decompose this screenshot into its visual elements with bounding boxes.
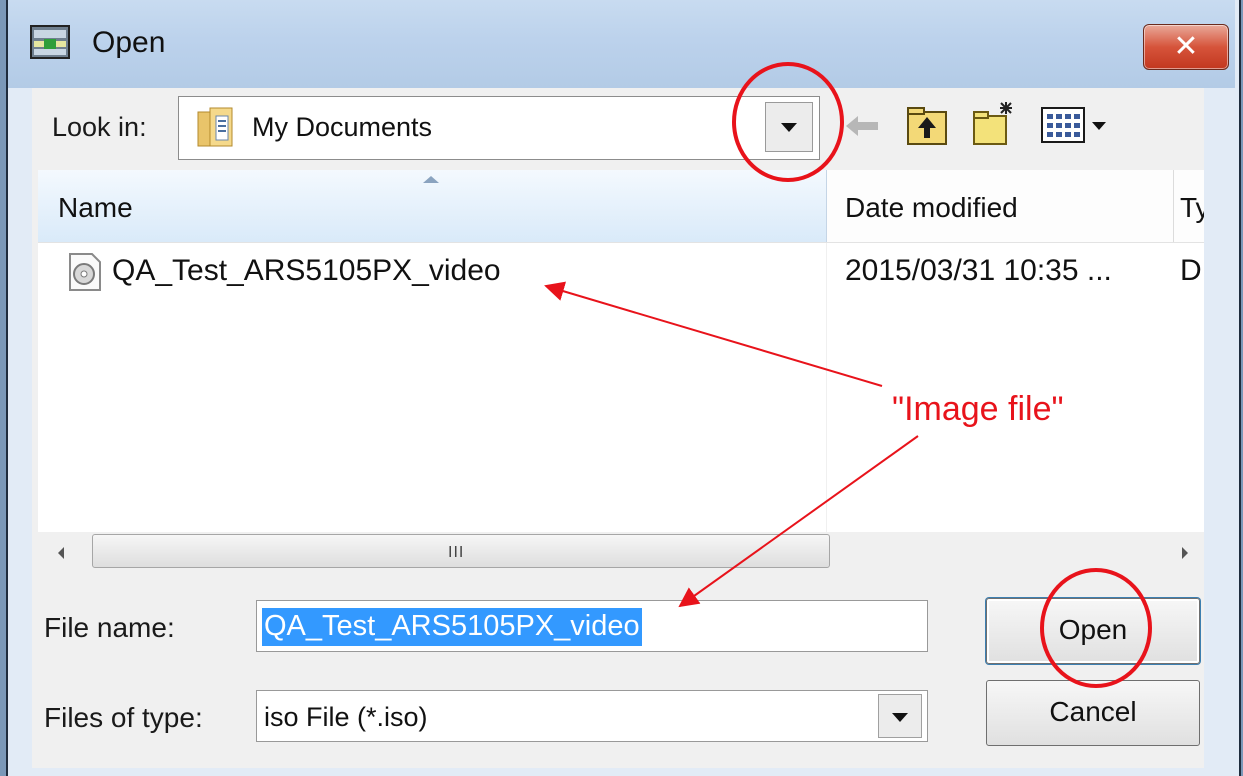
sort-ascending-icon xyxy=(423,176,439,183)
look-in-value: My Documents xyxy=(252,112,433,142)
close-icon: ✕ xyxy=(1173,29,1199,64)
file-name-label: File name: xyxy=(44,612,175,643)
file-row-date: 2015/03/31 10:35 ... xyxy=(845,254,1112,287)
folder-icon xyxy=(197,107,233,147)
look-in-label: Look in: xyxy=(52,112,147,142)
files-of-type-dropdown-button[interactable] xyxy=(878,694,922,738)
annotation-label: "Image file" xyxy=(892,390,1064,428)
disc-image-file-icon xyxy=(69,253,101,291)
dialog-app-icon xyxy=(30,25,70,59)
column-header-date-label: Date modified xyxy=(845,192,1018,223)
scroll-right-icon[interactable] xyxy=(1166,532,1204,574)
up-one-level-icon[interactable] xyxy=(904,104,950,148)
back-arrow-icon[interactable] xyxy=(844,112,880,140)
scrollbar-grip: III xyxy=(448,544,465,561)
cancel-button[interactable]: Cancel xyxy=(986,680,1200,746)
chevron-down-icon xyxy=(781,123,797,132)
look-in-dropdown-button[interactable] xyxy=(765,102,813,152)
files-of-type-label: Files of type: xyxy=(44,702,203,733)
close-button[interactable]: ✕ xyxy=(1143,24,1229,70)
file-name-value[interactable]: QA_Test_ARS5105PX_video xyxy=(262,608,642,646)
open-button[interactable]: Open xyxy=(986,598,1200,664)
view-menu-icon[interactable] xyxy=(1040,104,1114,146)
column-header-name-label: Name xyxy=(58,192,133,223)
window-title: Open xyxy=(92,26,166,59)
chevron-down-icon xyxy=(892,713,908,722)
column-divider xyxy=(826,243,827,532)
title-bar[interactable]: Open xyxy=(8,0,1235,88)
files-of-type-value: iso File (*.iso) xyxy=(264,702,428,732)
header-divider xyxy=(38,242,1204,243)
column-header-date-modified[interactable]: Date modified xyxy=(827,170,1174,242)
column-header-type[interactable]: Ty xyxy=(1174,170,1204,242)
file-row-name[interactable]: QA_Test_ARS5105PX_video xyxy=(112,254,501,288)
file-row-type: Di xyxy=(1180,254,1202,287)
new-folder-icon[interactable] xyxy=(970,100,1016,148)
column-header-type-label: Ty xyxy=(1180,192,1204,223)
scroll-left-icon[interactable] xyxy=(38,532,86,574)
